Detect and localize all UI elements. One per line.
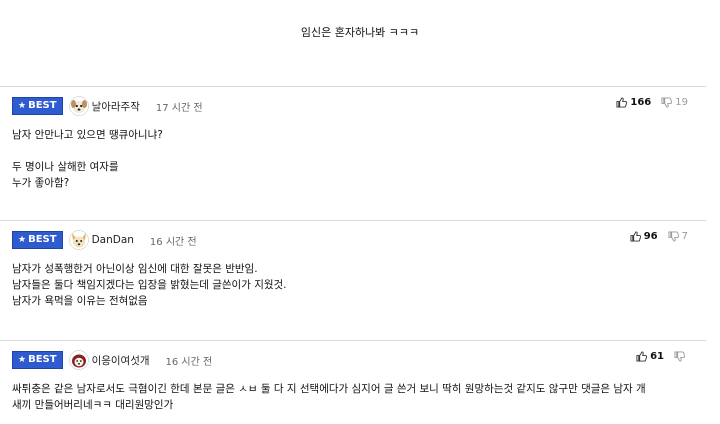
best-badge: ★ BEST	[12, 351, 63, 369]
line-break	[12, 143, 696, 159]
timestamp: 16 시간 전	[165, 356, 213, 368]
best-badge: ★ BEST	[12, 97, 63, 115]
dislike-count: 19	[675, 97, 688, 108]
vote-area: 96 7	[630, 231, 688, 242]
comment-header: ★ BEST DanDan 16 시간 전	[12, 229, 197, 251]
like-count: 166	[630, 97, 652, 108]
timestamp: 16 시간 전	[149, 236, 197, 248]
comment-line: 싸튀충은 같은 남자로서도 극혐이긴 한데 본문 글은 ㅅㅂ 둘 다 지 선택에…	[12, 383, 646, 395]
thumbs-up-icon[interactable]	[616, 97, 628, 108]
thumbs-up-icon[interactable]	[636, 351, 648, 362]
post-caption: 임신은 혼자하나봐 ㅋㅋㅋ	[300, 26, 420, 39]
thumbs-down-icon[interactable]	[661, 97, 673, 108]
star-icon: ★	[18, 235, 27, 245]
star-icon: ★	[18, 355, 27, 365]
avatar[interactable]	[68, 230, 89, 250]
like-count: 96	[643, 231, 658, 242]
comment-line: 새끼 만들어버리네ㅋㅋ 대리원망인가	[12, 399, 174, 411]
comment-line: 남자가 성폭행한거 아닌이상 임신에 대한 잘못은 반반임.	[12, 263, 258, 275]
comment-line: 남자들은 둘다 책임지겠다는 입장을 밝혔는데 글쓴이가 지웠것.	[12, 279, 287, 291]
vote-area: 166 19	[616, 97, 688, 108]
thumbs-up-icon[interactable]	[630, 231, 641, 242]
vote-area: 61	[636, 351, 688, 362]
comment-body: 싸튀충은 같은 남자로서도 극혐이긴 한데 본문 글은 ㅅㅂ 둘 다 지 선택에…	[12, 381, 696, 413]
comment-line: 남자가 욕먹을 이유는 전혀없음	[12, 295, 148, 307]
comment-item: ★ BEST DanDan 16 시간 전 96 7 남자가 성폭행한거 아닌이상…	[0, 220, 706, 336]
comment-body: 남자 안만나고 있으면 땡큐아니냐? 두 명이나 살해한 여자를 누가 좋아함?	[12, 127, 696, 191]
like-count: 61	[650, 351, 664, 362]
comment-item: ★ BEST 날아라주작 17 시간 전 166 19 남자 안만나고 있으면 땡…	[0, 86, 706, 214]
avatar[interactable]	[68, 96, 89, 116]
comment-line: 누가 좋아함?	[12, 177, 70, 189]
star-icon: ★	[18, 101, 27, 111]
dislike-count: 7	[681, 231, 688, 242]
comment-line: 남자 안만나고 있으면 땡큐아니냐?	[12, 129, 163, 141]
comment-line: 두 명이나 살해한 여자를	[12, 161, 119, 173]
timestamp: 17 시간 전	[155, 102, 203, 114]
comment-item: ★ BEST 이응이여섯개 16 시간 전 61 싸튀충은 같은 남자로서도 극혐…	[0, 340, 706, 424]
thumbs-down-icon[interactable]	[668, 231, 679, 242]
comment-header: ★ BEST 이응이여섯개 16 시간 전	[12, 349, 212, 371]
nickname[interactable]: 이응이여섯개	[92, 353, 150, 368]
nickname[interactable]: 날아라주작	[92, 99, 140, 114]
avatar[interactable]	[68, 350, 89, 370]
nickname[interactable]: DanDan	[92, 234, 134, 246]
comment-header: ★ BEST 날아라주작 17 시간 전	[12, 95, 203, 117]
thumbs-down-icon[interactable]	[674, 351, 685, 362]
comment-body: 남자가 성폭행한거 아닌이상 임신에 대한 잘못은 반반임. 남자들은 둘다 책…	[12, 261, 696, 309]
best-badge: ★ BEST	[12, 231, 63, 249]
